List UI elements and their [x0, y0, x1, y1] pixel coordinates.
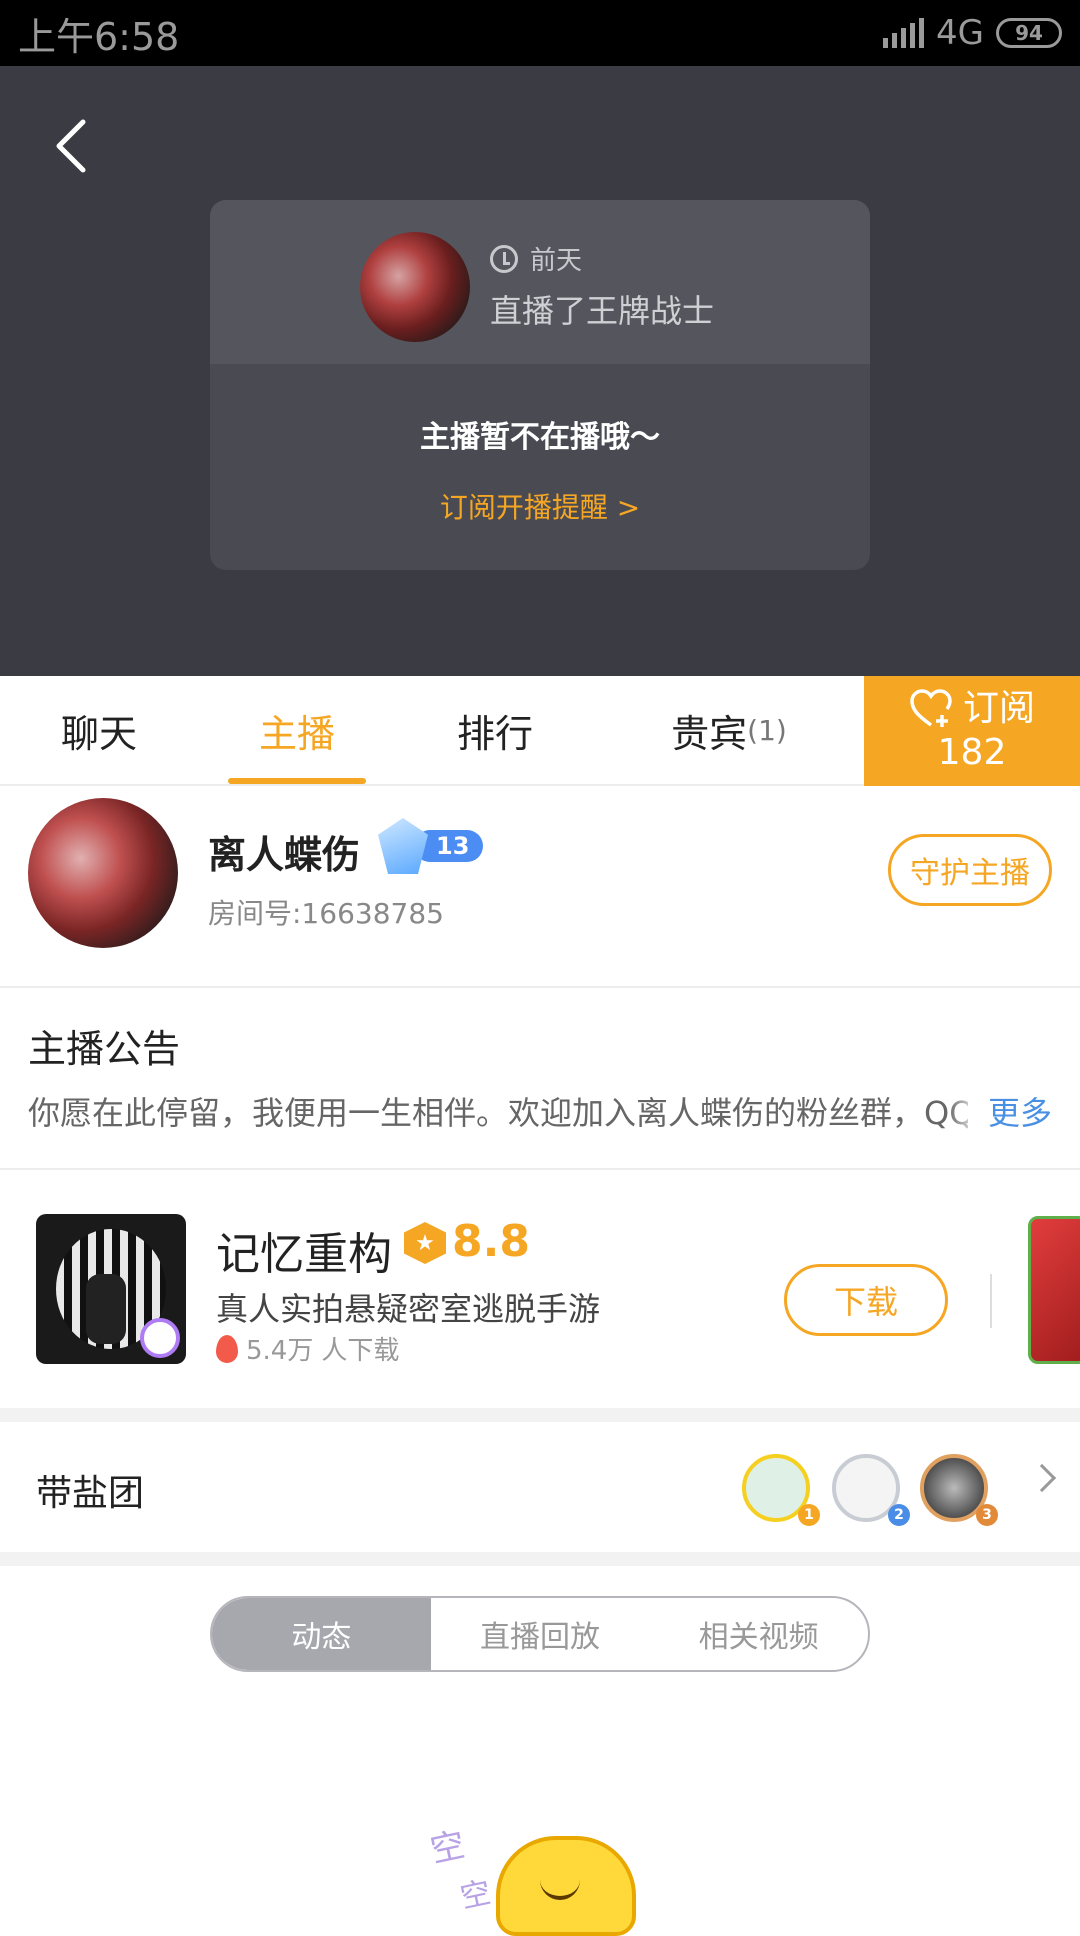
status-bar: 上午6:58 4G 94 — [0, 0, 1080, 66]
tab-chat[interactable]: 聊天 — [0, 676, 198, 784]
fans-group-row[interactable]: 带盐团 1 2 3 — [0, 1422, 1080, 1552]
download-count: 5.4万 — [246, 1336, 314, 1366]
last-live-activity: 直播了王牌战士 — [490, 292, 715, 330]
streamer-notice: 主播公告 你愿在此停留，我便用一生相伴。欢迎加入离人蝶伤的粉丝群，QQ 更多 — [0, 990, 1080, 1170]
room-tabs: 聊天 主播 排行 贵宾 (1) 订阅 182 — [0, 676, 1080, 786]
last-live-info: 前天 直播了王牌战士 — [210, 200, 870, 364]
battery-icon: 94 — [996, 18, 1062, 48]
signal-icon — [883, 18, 925, 48]
offline-message: 主播暂不在播哦～ — [420, 420, 660, 455]
rank-medal-1: 1 — [798, 1504, 820, 1526]
subscribe-button[interactable]: 订阅 182 — [864, 676, 1080, 786]
game-title: 记忆重构 — [216, 1229, 392, 1280]
segment-related-videos[interactable]: 相关视频 — [649, 1598, 868, 1670]
tab-streamer-label: 主播 — [258, 711, 335, 756]
battery-level: 94 — [1015, 21, 1043, 45]
subscribe-label: 订阅 — [962, 688, 1035, 729]
tab-streamer[interactable]: 主播 — [198, 676, 396, 784]
star-icon: ★ — [404, 1222, 446, 1264]
streamer-name: 离人蝶伤 — [208, 833, 361, 877]
back-button[interactable] — [40, 106, 100, 186]
status-time: 上午6:58 — [18, 14, 180, 59]
last-live-time-label: 前天 — [530, 246, 583, 276]
tab-vip[interactable]: 贵宾 (1) — [594, 676, 864, 784]
empty-text-2: 空 — [457, 1875, 495, 1916]
flame-icon — [216, 1334, 238, 1363]
subscriber-count: 182 — [937, 732, 1007, 773]
game-downloads: 5.4万 人下载 — [216, 1330, 399, 1367]
content-segment-control: 动态 直播回放 相关视频 — [210, 1596, 870, 1672]
network-type: 4G — [936, 13, 984, 53]
game-ad[interactable]: 记忆重构 ★ 8.8 真人实拍悬疑密室逃脱手游 5.4万 人下载 下载 — [0, 1172, 1080, 1408]
tab-vip-count: (1) — [747, 713, 787, 747]
rank-medal-3: 3 — [976, 1504, 998, 1526]
streamer-avatar-small — [360, 232, 470, 342]
status-indicators: 4G 94 — [883, 13, 1062, 53]
notice-title: 主播公告 — [28, 1027, 181, 1071]
next-game-icon[interactable] — [1028, 1216, 1080, 1364]
empty-state-illustration: 空 空 — [427, 1800, 650, 1936]
guard-streamer-button[interactable]: 守护主播 — [888, 834, 1052, 906]
tab-ranking-label: 排行 — [456, 711, 533, 756]
download-button[interactable]: 下载 — [784, 1264, 948, 1336]
section-divider-2 — [0, 1552, 1080, 1566]
player-area: 前天 直播了王牌战士 主播暂不在播哦～ 订阅开播提醒 > — [0, 66, 1080, 676]
game-score: 8.8 — [452, 1216, 530, 1267]
mascot-icon — [496, 1836, 636, 1936]
diamond-icon — [378, 818, 428, 874]
heart-plus-icon — [910, 689, 952, 727]
level-badge: 13 — [378, 818, 484, 874]
tab-chat-label: 聊天 — [60, 711, 137, 756]
notice-text: 你愿在此停留，我便用一生相伴。欢迎加入离人蝶伤的粉丝群，QQ — [28, 1094, 968, 1132]
streamer-profile: 离人蝶伤 13 房间号:16638785 守护主播 — [0, 788, 1080, 988]
notice-more-link[interactable]: 更多 — [947, 1088, 1052, 1134]
segment-feed[interactable]: 动态 — [212, 1598, 431, 1670]
rank-medal-2: 2 — [888, 1504, 910, 1526]
tab-vip-label: 贵宾 — [671, 711, 748, 756]
last-live-time: 前天 — [490, 240, 582, 277]
room-number: 房间号:16638785 — [208, 897, 444, 930]
fans-group-title: 带盐团 — [36, 1473, 145, 1514]
game-platform-icon — [140, 1318, 180, 1358]
download-suffix: 人下载 — [321, 1336, 400, 1366]
section-divider — [0, 1408, 1080, 1422]
empty-text-1: 空 — [426, 1824, 469, 1872]
subscribe-reminder-link[interactable]: 订阅开播提醒 > — [210, 486, 870, 526]
avatar[interactable] — [28, 798, 178, 948]
clock-icon — [490, 244, 518, 273]
segment-replays[interactable]: 直播回放 — [431, 1598, 650, 1670]
game-description: 真人实拍悬疑密室逃脱手游 — [216, 1290, 601, 1328]
offline-card: 前天 直播了王牌战士 主播暂不在播哦～ 订阅开播提醒 > — [210, 200, 870, 570]
chevron-right-icon — [1027, 1463, 1057, 1493]
chevron-left-icon — [56, 119, 86, 173]
tab-ranking[interactable]: 排行 — [396, 676, 594, 784]
divider — [990, 1274, 992, 1328]
